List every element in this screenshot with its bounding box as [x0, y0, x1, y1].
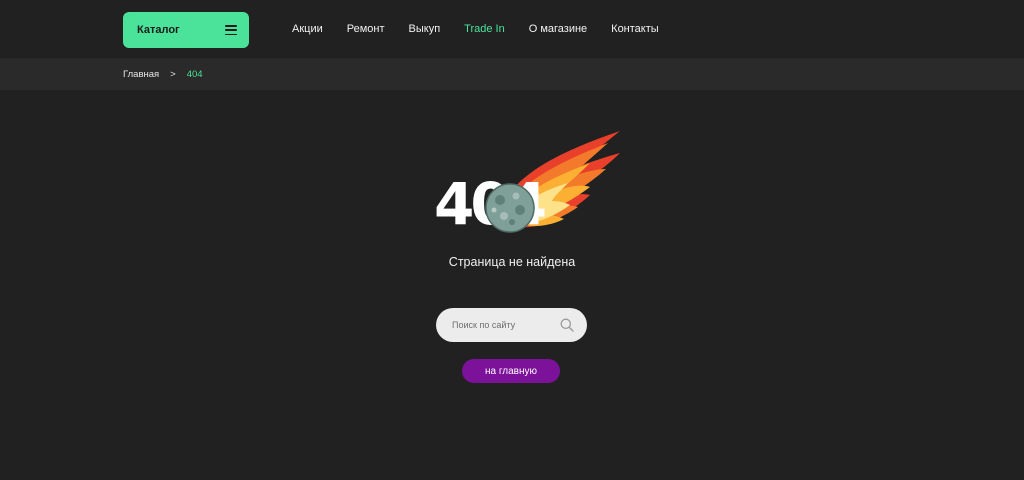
nav-trade-in[interactable]: Trade In: [464, 23, 505, 35]
breadcrumb-bar: Главная > 404: [0, 58, 1024, 90]
nav-buyout[interactable]: Выкуп: [409, 23, 441, 35]
go-home-button[interactable]: на главную: [462, 359, 560, 383]
search-box: [436, 308, 587, 342]
menu-icon: [225, 25, 237, 35]
catalog-label: Каталог: [137, 24, 180, 36]
main-nav: Акции Ремонт Выкуп Trade In О магазине К…: [292, 0, 683, 58]
site-header: Каталог Акции Ремонт Выкуп Trade In О ма…: [0, 0, 1024, 58]
nav-about-store[interactable]: О магазине: [529, 23, 587, 35]
nav-repair[interactable]: Ремонт: [347, 23, 385, 35]
not-found-message: Страница не найдена: [448, 255, 576, 269]
search-input[interactable]: [452, 308, 552, 342]
nav-sales[interactable]: Акции: [292, 23, 323, 35]
nav-contacts[interactable]: Контакты: [611, 23, 659, 35]
breadcrumb: Главная > 404: [123, 58, 203, 90]
breadcrumb-current: 404: [186, 68, 203, 80]
breadcrumb-separator: >: [170, 68, 176, 80]
catalog-button[interactable]: Каталог: [123, 12, 249, 48]
breadcrumb-home[interactable]: Главная: [123, 69, 159, 80]
search-icon[interactable]: [560, 318, 574, 332]
meteor-rock-icon: [485, 183, 535, 233]
